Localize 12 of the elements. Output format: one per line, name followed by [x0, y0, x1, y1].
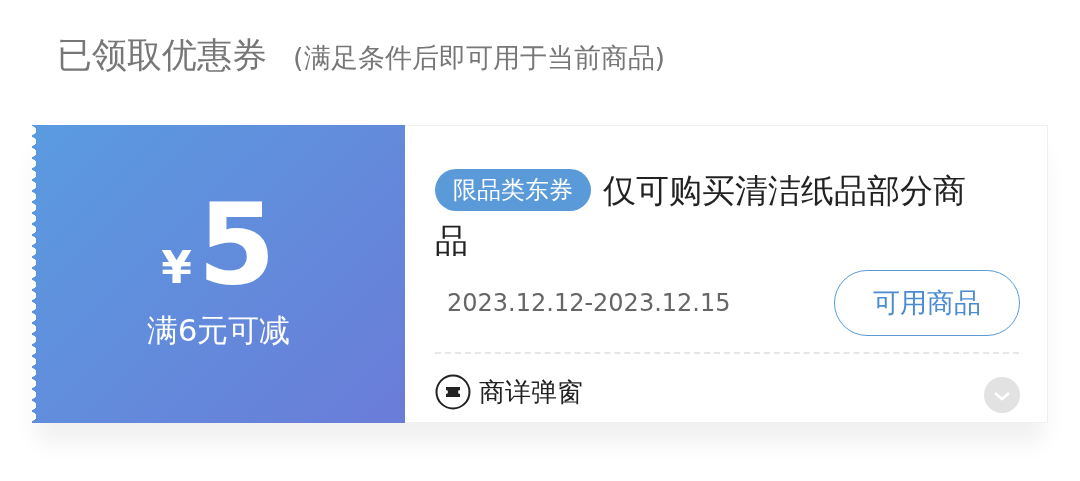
section-title: 已领取优惠券 [57, 34, 267, 77]
expand-icon[interactable] [984, 377, 1020, 413]
footer-label: 商详弹窗 [479, 375, 583, 409]
ticket-icon [435, 374, 471, 410]
available-products-button[interactable]: 可用商品 [834, 270, 1020, 336]
coupon-description: 限品类东券 仅可购买清洁纸品部分商品 [435, 168, 967, 262]
coupon-condition: 满6元可减 [146, 311, 291, 350]
coupon-amount: 5 [197, 188, 276, 300]
section-subtitle: (满足条件后即可用于当前商品) [293, 41, 666, 75]
currency-symbol: ¥ [161, 242, 192, 293]
validity-dates: 2023.12.12-2023.12.15 [446, 289, 731, 317]
coupon-tag: 限品类东券 [435, 169, 591, 211]
